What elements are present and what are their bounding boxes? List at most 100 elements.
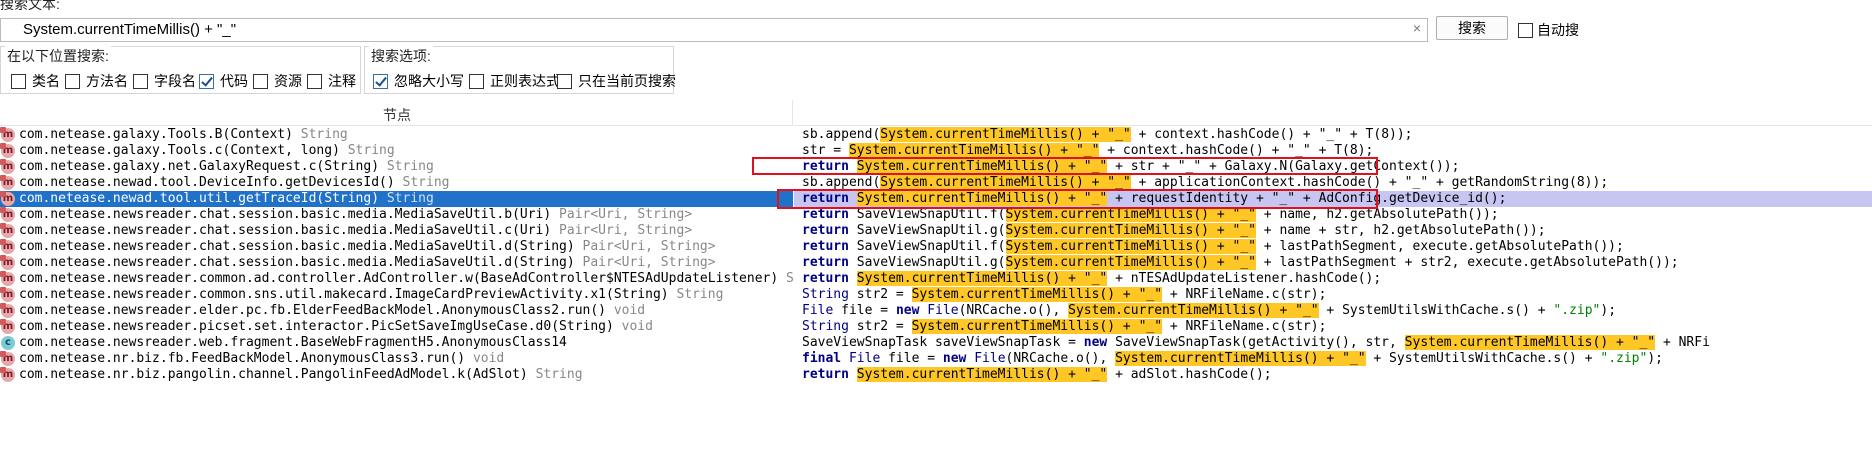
search-location-title: 在以下位置搜索: [5,46,111,66]
search-input-value[interactable]: System.currentTimeMillis() + "_" [23,21,236,38]
checkbox-icon[interactable] [1518,22,1533,38]
node-cell[interactable]: m com.netease.galaxy.Tools.B(Context) Str… [0,127,793,143]
method-icon: m [0,143,15,158]
node-name: com.netease.galaxy.net.GalaxyRequest.c(S… [19,159,434,175]
match-highlight: System.currentTimeMillis() + "_" [880,127,1131,142]
node-return-type: String [386,159,434,174]
code-token: File [927,303,959,318]
checkbox-icon[interactable] [469,73,484,89]
option-current-page[interactable]: 只在当前页搜索 [557,71,676,91]
code-cell[interactable]: String str2 = System.currentTimeMillis()… [794,319,1872,335]
node-cell[interactable]: m com.netease.newsreader.picset.set.inter… [0,319,793,335]
checkbox-icon[interactable] [253,73,268,89]
option-comment[interactable]: 注释 [307,71,356,91]
table-row[interactable]: m com.netease.newsreader.picset.set.inter… [0,319,1872,335]
node-cell[interactable]: m com.netease.nr.biz.fb.FeedBackModel.Ano… [0,351,793,367]
clear-icon[interactable]: × [1413,20,1421,36]
code-cell[interactable]: return SaveViewSnapUtil.g(System.current… [794,255,1872,271]
table-row[interactable]: m com.netease.galaxy.Tools.B(Context) Str… [0,127,1872,143]
table-row[interactable]: m com.netease.newsreader.common.ad.contro… [0,271,1872,287]
checkbox-icon[interactable] [11,73,26,89]
node-cell[interactable]: m com.netease.galaxy.Tools.c(Context, lon… [0,143,793,159]
node-cell[interactable]: m com.netease.newsreader.chat.session.bas… [0,255,793,271]
code-cell[interactable]: SaveViewSnapTask saveViewSnapTask = new … [794,335,1872,351]
node-cell[interactable]: m com.netease.newsreader.common.sns.util.… [0,287,793,303]
node-return-type: String [535,367,583,382]
node-name: com.netease.newsreader.chat.session.basi… [19,207,692,223]
node-return-type: String [676,287,724,302]
checkbox-icon[interactable] [65,73,80,89]
class-icon: c [1,336,15,350]
search-input[interactable]: System.currentTimeMillis() + "_" × [0,18,1428,42]
code-cell[interactable]: final File file = new File(NRCache.o(), … [794,351,1872,367]
match-highlight: System.currentTimeMillis() + "_" [1005,223,1256,238]
column-header-code[interactable] [794,100,1872,126]
code-token: + NRFileName.c(str); [1162,319,1327,334]
checkbox-icon[interactable] [307,73,322,89]
table-row[interactable]: m com.netease.newsreader.chat.session.bas… [0,239,1872,255]
node-cell[interactable]: m com.netease.newad.tool.util.getTraceId(… [0,191,793,207]
node-cell[interactable]: m com.netease.newsreader.common.ad.contro… [0,271,793,287]
checkbox-icon[interactable] [133,73,148,89]
table-row[interactable]: m com.netease.nr.biz.fb.FeedBackModel.Ano… [0,351,1872,367]
code-cell[interactable]: String str2 = System.currentTimeMillis()… [794,287,1872,303]
node-return-type: Pair<Uri, String> [559,207,693,222]
option-method-name[interactable]: 方法名 [65,71,128,91]
node-cell[interactable]: m com.netease.galaxy.net.GalaxyRequest.c(… [0,159,793,175]
code-token: (NRCache.o(), [1005,351,1116,366]
code-cell[interactable]: return System.currentTimeMillis() + "_" … [794,271,1872,287]
column-header-node[interactable]: 节点 [0,100,793,126]
option-regex[interactable]: 正则表达式 [469,71,560,91]
option-label: 注释 [328,73,356,89]
code-cell[interactable]: sb.append(System.currentTimeMillis() + "… [794,127,1872,143]
table-row[interactable]: m com.netease.newsreader.elder.pc.fb.Elde… [0,303,1872,319]
option-code[interactable]: 代码 [199,71,248,91]
node-cell[interactable]: m com.netease.newsreader.elder.pc.fb.Elde… [0,303,793,319]
auto-search-checkbox[interactable]: 自动搜 [1518,18,1579,42]
search-options-group: 搜索选项: 忽略大小写 正则表达式 只在当前页搜索 [364,46,676,94]
option-resource[interactable]: 资源 [253,71,302,91]
node-cell[interactable]: m com.netease.nr.biz.pangolin.channel.Pan… [0,367,793,383]
node-signature: com.netease.galaxy.Tools.B(Context) [19,127,293,142]
node-signature: com.netease.newsreader.chat.session.basi… [19,223,552,238]
code-token: SaveViewSnapTask(getActivity(), str, [1115,335,1405,350]
code-cell[interactable]: return SaveViewSnapUtil.g(System.current… [794,223,1872,239]
method-icon: m [0,287,15,302]
option-class-name[interactable]: 类名 [11,71,60,91]
code-token: return [802,207,857,222]
code-cell[interactable]: return System.currentTimeMillis() + "_" … [794,367,1872,383]
table-row[interactable]: m com.netease.newsreader.chat.session.bas… [0,207,1872,223]
checkbox-icon[interactable] [557,73,572,89]
code-token: + name + str, h2.getAbsolutePath()); [1255,223,1546,238]
node-signature: com.netease.newsreader.common.sns.util.m… [19,287,669,302]
node-cell[interactable]: c com.netease.newsreader.web.fragment.Bas… [0,335,793,351]
node-cell[interactable]: m com.netease.newsreader.chat.session.bas… [0,207,793,223]
table-row[interactable]: m com.netease.newsreader.chat.session.bas… [0,223,1872,239]
node-cell[interactable]: m com.netease.newad.tool.DeviceInfo.getDe… [0,175,793,191]
table-row[interactable]: m com.netease.newsreader.chat.session.bas… [0,255,1872,271]
checkbox-checked-icon[interactable] [199,73,214,89]
search-button[interactable]: 搜索 [1436,16,1508,40]
code-cell[interactable]: return SaveViewSnapUtil.f(System.current… [794,239,1872,255]
node-name: com.netease.newsreader.chat.session.basi… [19,239,716,255]
table-row[interactable]: c com.netease.newsreader.web.fragment.Bas… [0,335,1872,351]
method-icon: m [0,239,15,254]
node-return-type: void [621,319,653,334]
code-cell[interactable]: return SaveViewSnapUtil.f(System.current… [794,207,1872,223]
table-row[interactable]: m com.netease.newsreader.common.sns.util.… [0,287,1872,303]
checkbox-checked-icon[interactable] [373,73,388,89]
method-icon: m [0,207,15,222]
code-token: sb.append( [802,175,881,190]
code-cell[interactable]: File file = new File(NRCache.o(), System… [794,303,1872,319]
code-token: + NRFi [1655,335,1710,350]
node-cell[interactable]: m com.netease.newsreader.chat.session.bas… [0,223,793,239]
code-token: File [802,303,842,318]
node-name: com.netease.newsreader.web.fragment.Base… [19,335,567,351]
code-token: file = [841,303,896,318]
node-signature: com.netease.nr.biz.pangolin.channel.Pang… [19,367,528,382]
option-ignore-case[interactable]: 忽略大小写 [373,71,464,91]
node-cell[interactable]: m com.netease.newsreader.chat.session.bas… [0,239,793,255]
code-token: + name, h2.getAbsolutePath()); [1255,207,1499,222]
option-field-name[interactable]: 字段名 [133,71,196,91]
table-row[interactable]: m com.netease.nr.biz.pangolin.channel.Pan… [0,367,1872,383]
